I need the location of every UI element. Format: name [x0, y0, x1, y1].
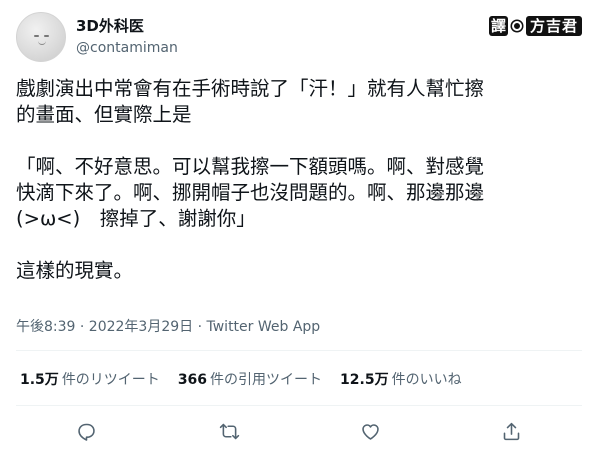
retweet-count-label: 件のリツイート — [61, 372, 160, 388]
watermark-dot — [511, 21, 522, 31]
engagement-stats: 1.5万 件のリツイート 366 件の引用ツイート 12.5万 件のいいね — [20, 370, 462, 390]
tweet-header: 3D外科医 @contamiman 譯 方吉君 — [16, 12, 582, 62]
like-count-label: 件のいいね — [391, 372, 462, 388]
translator-watermark: 譯 方吉君 — [488, 16, 582, 36]
divider — [16, 405, 582, 406]
share-icon — [503, 422, 519, 440]
retweet-count-value: 1.5万 — [20, 372, 59, 388]
avatar[interactable] — [16, 12, 66, 62]
divider — [16, 350, 582, 351]
retweet-count[interactable]: 1.5万 件のリツイート — [20, 370, 160, 390]
translator-name: 方吉君 — [525, 16, 582, 36]
like-icon — [361, 423, 379, 440]
share-button[interactable] — [494, 414, 528, 448]
author-info: 3D外科医 @contamiman — [76, 16, 178, 58]
like-button[interactable] — [353, 414, 387, 448]
retweet-button[interactable] — [212, 414, 246, 448]
author-handle[interactable]: @contamiman — [76, 38, 178, 58]
like-count-value: 12.5万 — [340, 372, 389, 388]
translate-badge: 譯 — [488, 16, 508, 36]
quote-count-label: 件の引用ツイート — [210, 372, 323, 388]
author-display-name[interactable]: 3D外科医 — [76, 16, 178, 36]
reply-button[interactable] — [69, 414, 103, 448]
retweet-icon — [219, 423, 239, 439]
reply-icon — [77, 423, 95, 441]
tweet-timestamp[interactable]: 午後8:39 · 2022年3月29日 · Twitter Web App — [16, 317, 320, 337]
tweet-text: 戲劇演出中常會有在手術時說了「汗！」就有人幫忙擦 的畫面、但實際上是 「啊、不好… — [16, 77, 485, 282]
quote-count-value: 366 — [177, 372, 208, 388]
like-count[interactable]: 12.5万 件のいいね — [340, 370, 462, 390]
tweet-actions — [16, 414, 582, 446]
quote-count[interactable]: 366 件の引用ツイート — [178, 370, 322, 390]
